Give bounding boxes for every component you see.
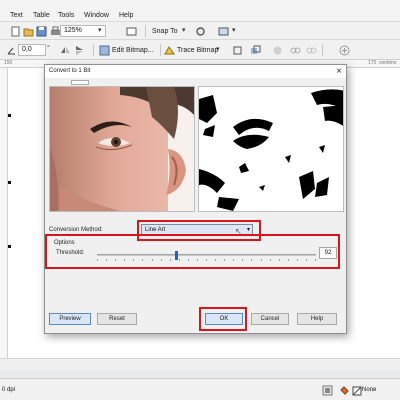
help-button[interactable]: Help: [297, 313, 337, 325]
zoom-level-value: 125%: [64, 27, 82, 34]
trace-bitmap-icon: [164, 46, 175, 55]
fullscreen-icon[interactable]: [126, 26, 137, 37]
open-icon[interactable]: [23, 26, 34, 37]
mirror-horizontal-icon[interactable]: [60, 45, 71, 56]
trace-bitmap-button[interactable]: Trace Bitmap: [177, 45, 218, 56]
convert-to-1-bit-dialog: Convert to 1 Bit × Conversion Method: Li…: [44, 64, 347, 334]
preview-button[interactable]: Preview: [49, 313, 91, 325]
reset-button[interactable]: Reset: [97, 313, 137, 325]
status-bar: 0 dpi None: [0, 378, 400, 400]
preview-split-handle[interactable]: [71, 80, 89, 85]
converted-preview: [198, 86, 344, 212]
menu-bar: Text Table Tools Window Help: [0, 0, 400, 22]
degree-unit-icon: °: [47, 45, 50, 52]
new-icon[interactable]: [10, 26, 21, 37]
edit-bitmap-icon: [99, 45, 110, 56]
zoom-dropdown-icon[interactable]: ▾: [98, 26, 102, 34]
vertical-ruler[interactable]: [0, 68, 8, 358]
fill-status: None: [362, 387, 377, 393]
edit-bitmap-button[interactable]: Edit Bitmap...: [112, 45, 154, 56]
ruler-units: centime: [379, 60, 397, 66]
original-preview: [49, 86, 195, 212]
resample-icon[interactable]: [250, 45, 261, 56]
selection-handle[interactable]: [8, 181, 11, 184]
toolbar-separator: [93, 44, 94, 56]
fill-bucket-icon: [340, 386, 349, 395]
ruler-label-left: 150: [4, 60, 13, 66]
horizontal-scrollbar[interactable]: [0, 358, 400, 370]
toolbar-separator: [322, 44, 323, 56]
conversion-method-label: Conversion Method:: [49, 227, 103, 233]
link-icon[interactable]: [290, 45, 301, 56]
launch-icon[interactable]: [218, 26, 229, 37]
bitmap-mask-icon[interactable]: [272, 45, 283, 56]
unlink-icon[interactable]: [306, 45, 317, 56]
highlight-options: [45, 234, 340, 269]
menu-help[interactable]: Help: [119, 12, 133, 19]
trace-dropdown-icon[interactable]: ▾: [216, 45, 220, 53]
menu-table[interactable]: Table: [33, 12, 50, 19]
color-proof-icon[interactable]: [322, 385, 333, 396]
save-icon[interactable]: [36, 26, 47, 37]
add-icon[interactable]: [339, 45, 350, 56]
toolbar-separator: [160, 44, 161, 56]
crop-bitmap-icon[interactable]: [232, 45, 243, 56]
selection-handle[interactable]: [8, 245, 11, 248]
highlight-ok: [199, 307, 247, 331]
close-icon[interactable]: ×: [336, 66, 342, 77]
launch-dropdown-icon[interactable]: ▾: [232, 26, 236, 34]
menu-window[interactable]: Window: [84, 12, 109, 19]
toolbar-separator: [145, 25, 146, 37]
line-art-preview: [199, 87, 343, 211]
standard-toolbar: 125% ▾ Snap To ▾ ▾: [0, 22, 400, 40]
selection-handle[interactable]: [8, 114, 11, 117]
dialog-titlebar[interactable]: Convert to 1 Bit ×: [45, 65, 346, 78]
options-icon[interactable]: [195, 26, 206, 37]
dialog-title: Convert to 1 Bit: [49, 68, 91, 74]
property-bar: 0,0 ° Edit Bitmap... Trace Bitmap ▾: [0, 40, 400, 60]
snap-dropdown-icon[interactable]: ▾: [182, 26, 186, 34]
rotation-angle-value: 0,0: [22, 46, 32, 53]
rotation-angle-field[interactable]: 0,0: [18, 44, 46, 56]
status-dpi: 0 dpi: [2, 387, 16, 393]
face-photo: [50, 87, 194, 211]
mirror-vertical-icon[interactable]: [74, 45, 85, 56]
menu-text[interactable]: Text: [10, 12, 23, 19]
menu-tools[interactable]: Tools: [58, 12, 74, 19]
snap-to-button[interactable]: Snap To: [152, 26, 178, 37]
angle-icon: [7, 47, 15, 55]
cancel-button[interactable]: Cancel: [251, 313, 289, 325]
ruler-label-right: 170: [368, 60, 377, 66]
